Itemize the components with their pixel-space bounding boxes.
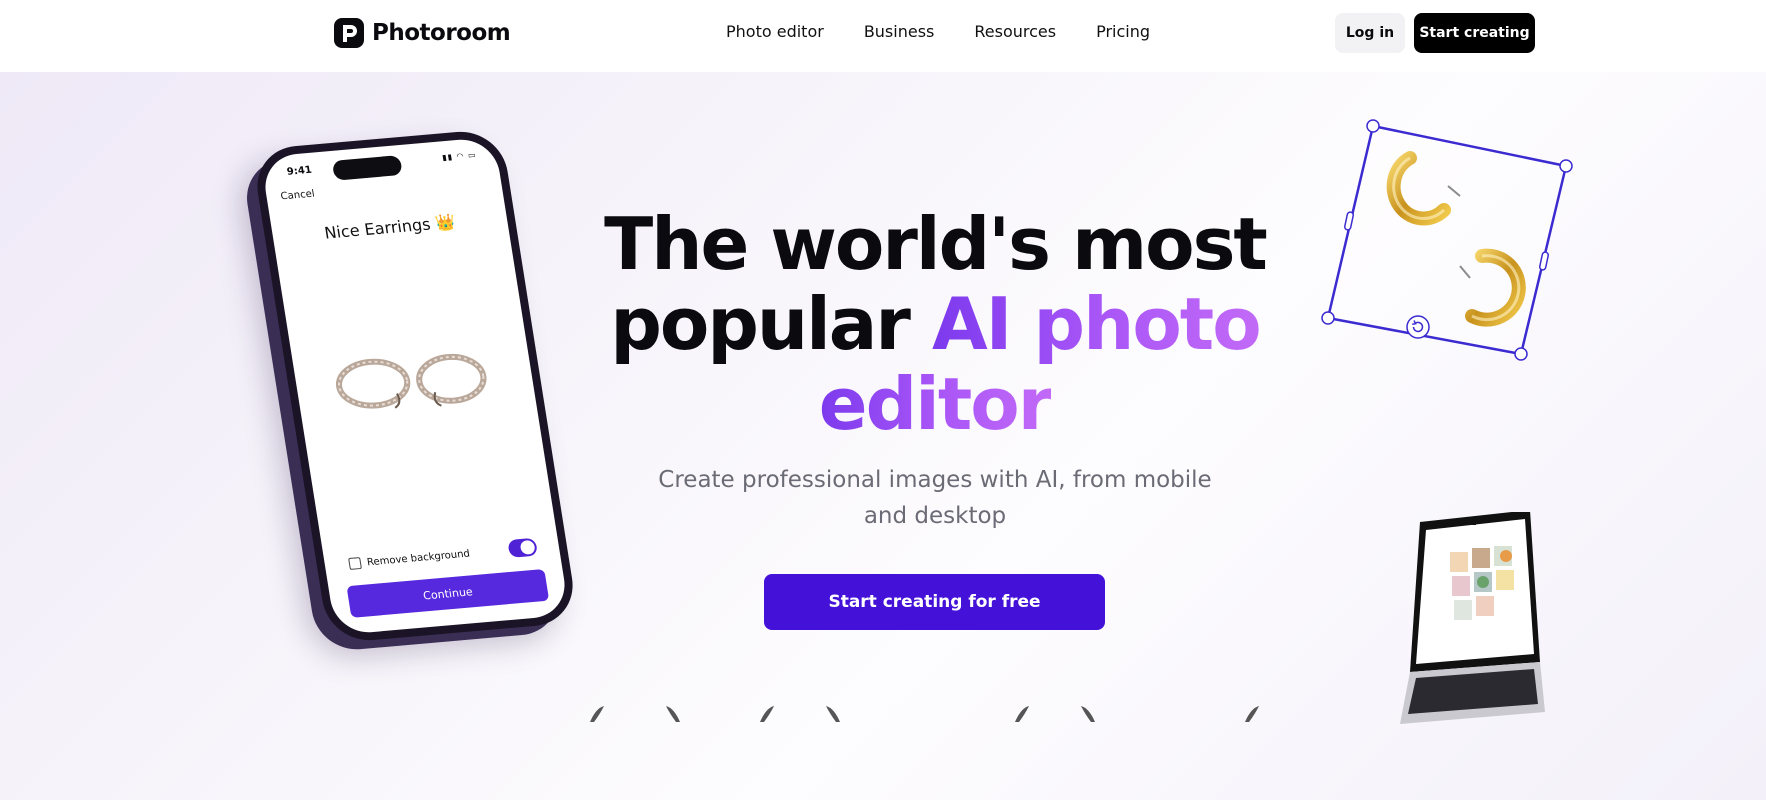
remove-background-icon [348, 557, 362, 570]
headline-line-2: popular [610, 282, 932, 366]
main-menu: Photo editor Business Resources Pricing [726, 22, 1150, 41]
nav-link-resources[interactable]: Resources [974, 22, 1056, 41]
laurel-icon [590, 706, 1259, 722]
headline-accent-1: AI photo [931, 282, 1262, 366]
phone-frame: 9:41 ▮▮ ◠ ▭ Cancel Nice Earrings 👑 Remov… [251, 128, 579, 644]
hero-headline: The world's most popular AI photo editor [560, 204, 1310, 444]
top-navigation: Photoroom Photo editor Business Resource… [0, 0, 1766, 72]
signal-wifi-battery-icon: ▮▮ ◠ ▭ [441, 150, 478, 163]
earrings-selection-card [1321, 119, 1573, 361]
cancel-link[interactable]: Cancel [280, 189, 316, 203]
start-creating-button[interactable]: Start creating [1414, 13, 1535, 53]
remove-background-toggle[interactable] [507, 537, 539, 558]
brand-name: Photoroom [372, 20, 511, 46]
nav-link-business[interactable]: Business [864, 22, 935, 41]
project-title: Nice Earrings 👑 [322, 212, 457, 243]
headline-accent-2: editor [818, 362, 1053, 446]
resize-handle [1321, 311, 1335, 325]
login-button[interactable]: Log in [1335, 13, 1405, 53]
resize-handle [1366, 119, 1380, 133]
resize-handle [1514, 347, 1528, 361]
hero-subheadline: Create professional images with AI, from… [658, 467, 1212, 529]
selection-box [1326, 124, 1568, 356]
phone-clock: 9:41 [286, 164, 313, 178]
phone-screen: 9:41 ▮▮ ◠ ▭ Cancel Nice Earrings 👑 Remov… [260, 136, 570, 636]
continue-button[interactable]: Continue [346, 568, 550, 618]
hero-section: 9:41 ▮▮ ◠ ▭ Cancel Nice Earrings 👑 Remov… [0, 72, 1766, 800]
earrings-photo [335, 353, 487, 409]
start-creating-free-button[interactable]: Start creating for free [764, 574, 1105, 630]
nav-link-photo-editor[interactable]: Photo editor [726, 22, 824, 41]
logo-icon [334, 18, 364, 48]
brand-logo[interactable]: Photoroom [334, 18, 511, 48]
resize-handle [1559, 159, 1573, 173]
remove-background-option: Remove background [348, 548, 471, 570]
remove-background-label: Remove background [366, 548, 471, 568]
nav-link-pricing[interactable]: Pricing [1096, 22, 1150, 41]
headline-line-1: The world's most [604, 202, 1268, 286]
laptop-mockup [1400, 512, 1545, 724]
award-laurels [590, 706, 1259, 722]
phone-mockup: 9:41 ▮▮ ◠ ▭ Cancel Nice Earrings 👑 Remov… [251, 126, 590, 716]
rotate-icon[interactable] [1405, 314, 1431, 340]
dynamic-island [331, 155, 403, 181]
